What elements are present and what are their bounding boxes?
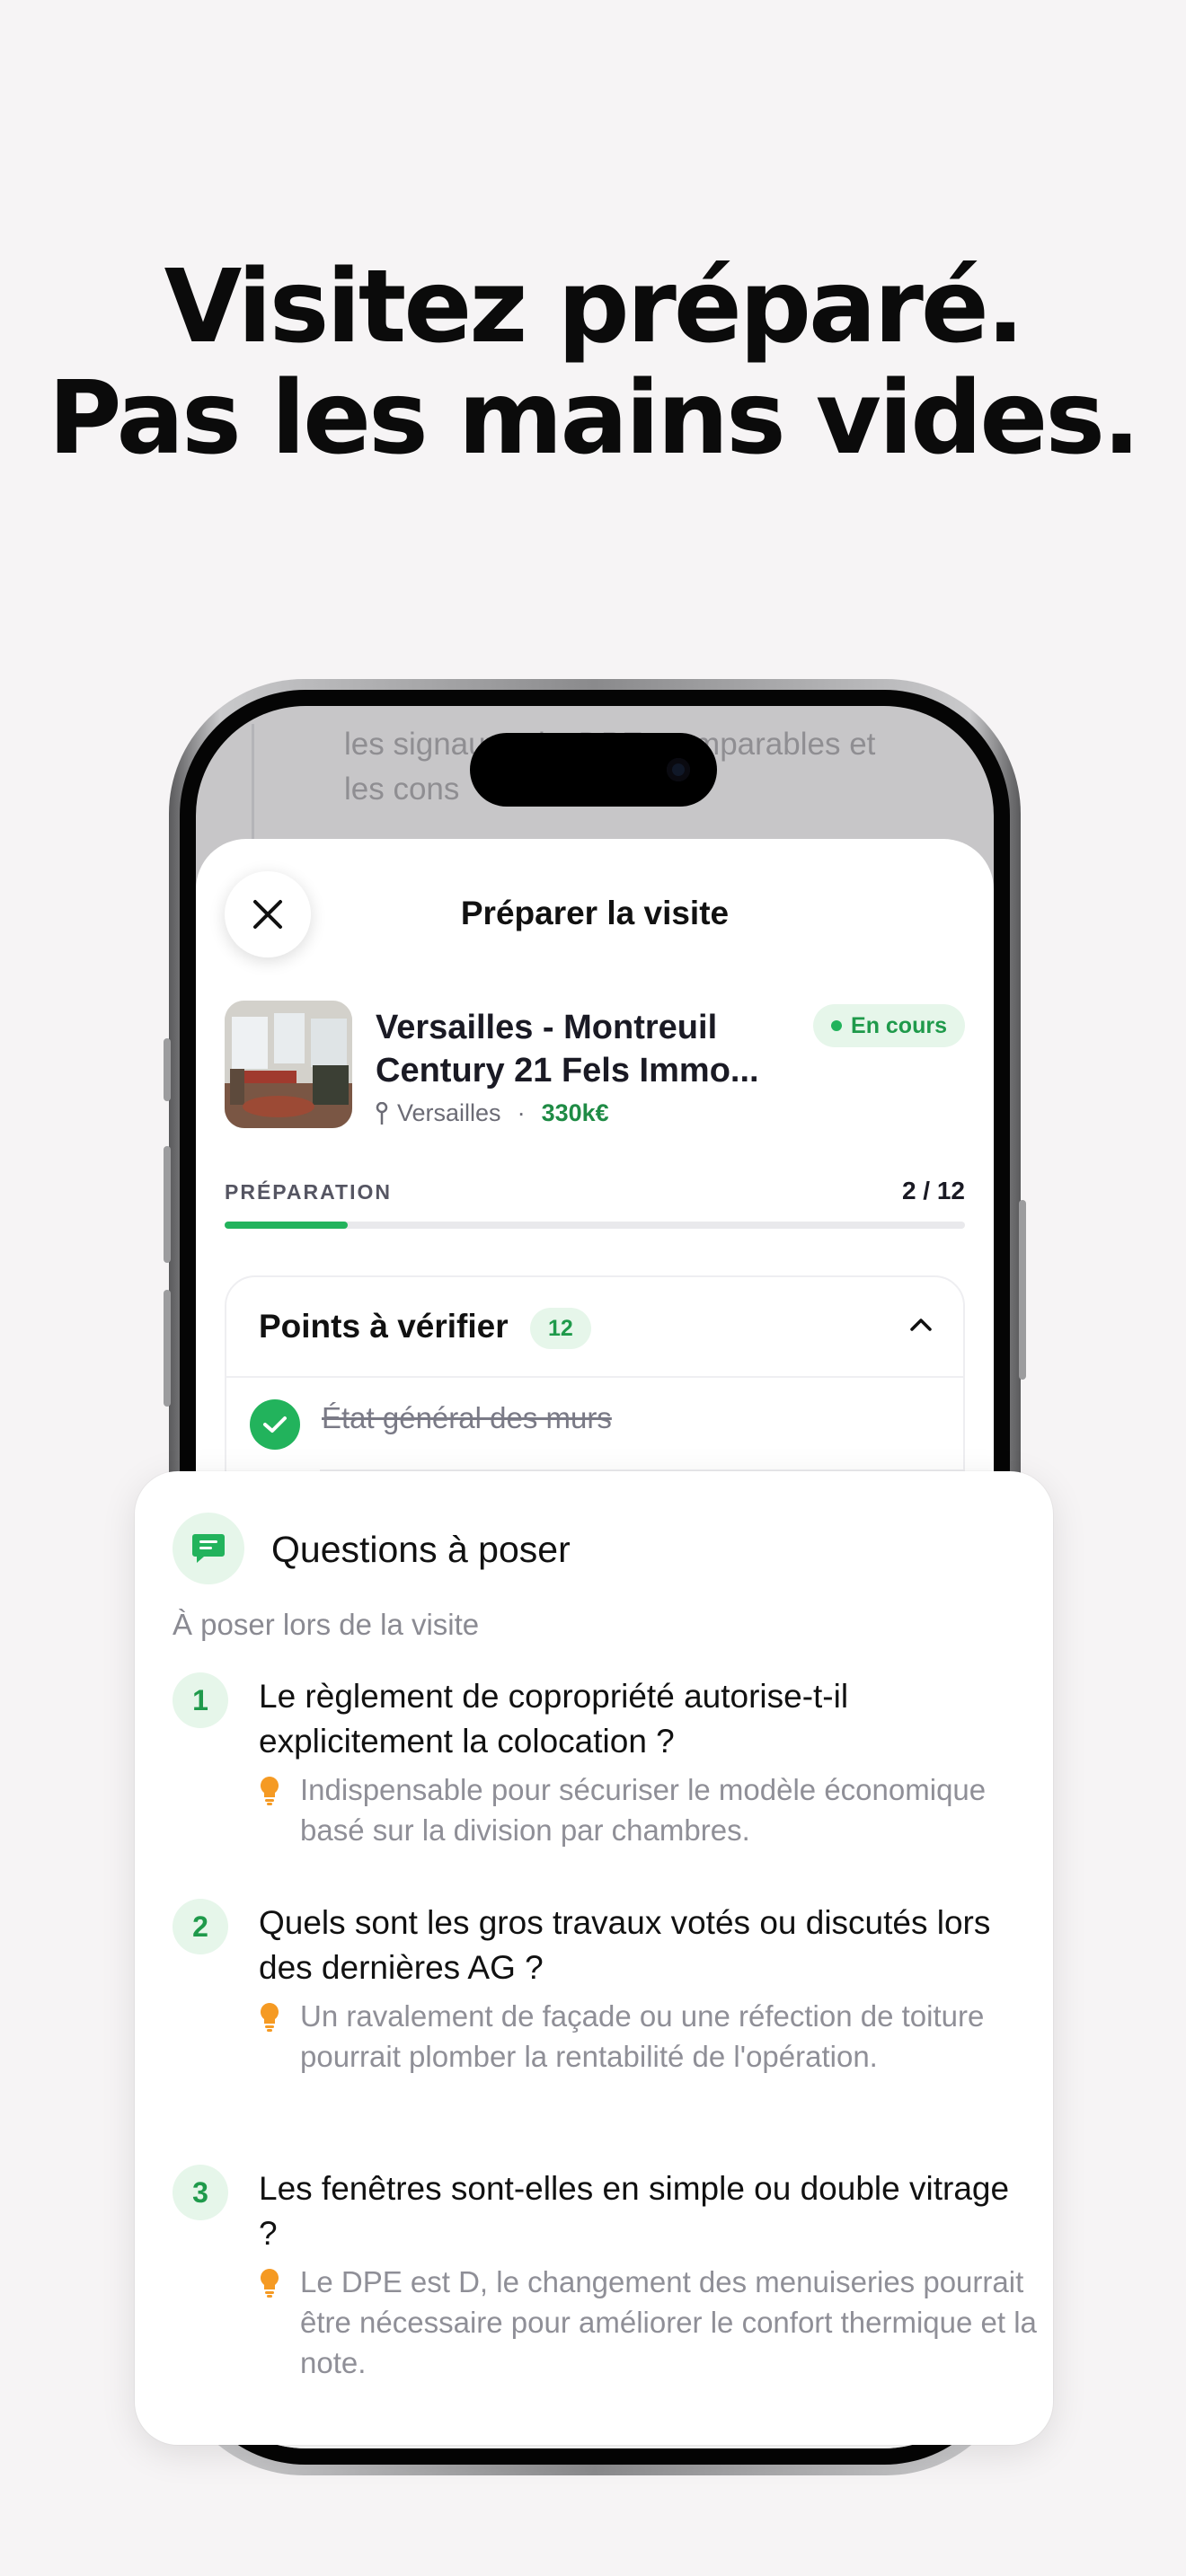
property-name-line-1: Versailles - Montreuil bbox=[376, 1009, 718, 1046]
lightbulb-icon bbox=[261, 2269, 279, 2298]
question-text: Le règlement de copropriété autorise-t-i… bbox=[259, 1678, 849, 1760]
camera-icon bbox=[667, 758, 690, 781]
preparation-count: 2 / 12 bbox=[901, 1177, 965, 1204]
collapse-toggle[interactable] bbox=[909, 1317, 933, 1337]
phone-volume-down-button bbox=[164, 1290, 171, 1407]
question-hint-text: Indispensable pour sécuriser le modèle é… bbox=[300, 1773, 987, 1847]
preparation-label: PRÉPARATION bbox=[225, 1180, 392, 1204]
question-text: Quels sont les gros travaux votés ou dis… bbox=[259, 1904, 991, 1986]
checklist-item-label: État général des murs bbox=[322, 1401, 612, 1434]
property-price: 330k€ bbox=[541, 1099, 609, 1126]
property-meta: Versailles · 330k€ bbox=[376, 1099, 609, 1127]
question-number: 2 bbox=[173, 1899, 228, 1954]
preparation-progress-bar bbox=[225, 1222, 965, 1229]
property-location: Versailles bbox=[397, 1099, 501, 1126]
chevron-up-icon bbox=[910, 1319, 932, 1331]
property-name[interactable]: Versailles - Montreuil Century 21 Fels I… bbox=[376, 1006, 798, 1092]
lightbulb-icon bbox=[261, 1777, 279, 1805]
property-name-line-2: Century 21 Fels Immo... bbox=[376, 1052, 759, 1090]
property-photo-image bbox=[225, 1001, 352, 1128]
question-text: Les fenêtres sont-elles en simple ou dou… bbox=[259, 2170, 1010, 2252]
checklist-item-checkbox[interactable] bbox=[250, 1399, 300, 1450]
lightbulb-icon bbox=[261, 2003, 279, 2032]
question-item[interactable]: 2 Quels sont les gros travaux votés ou d… bbox=[173, 1899, 1026, 2132]
status-label: En cours bbox=[851, 1012, 947, 1038]
headline-line-2: Pas les mains vides. bbox=[48, 360, 1140, 477]
question-item[interactable]: 1 Le règlement de copropriété autorise-t… bbox=[173, 1672, 1026, 1870]
property-photo bbox=[225, 1001, 352, 1128]
question-number: 3 bbox=[173, 2165, 228, 2220]
questions-icon-wrap bbox=[173, 1513, 244, 1584]
question-item[interactable]: 3 Les fenêtres sont-elles en simple ou d… bbox=[173, 2165, 1037, 2398]
dynamic-island bbox=[470, 733, 717, 807]
meta-separator: · bbox=[517, 1099, 526, 1126]
sheet-title: Préparer la visite bbox=[460, 895, 730, 931]
phone-power-button bbox=[1019, 1200, 1026, 1380]
phone-action-button bbox=[164, 1038, 171, 1101]
headline: Visitez préparé. Pas les mains vides. bbox=[0, 251, 1186, 474]
question-number: 1 bbox=[173, 1672, 228, 1728]
status-badge: En cours bbox=[813, 1004, 965, 1047]
checklist-count-badge: 12 bbox=[530, 1308, 591, 1349]
questions-subtitle: À poser lors de la visite bbox=[173, 1608, 480, 1641]
checkmark-icon bbox=[263, 1416, 287, 1433]
question-hint-text: Le DPE est D, le changement des menuiser… bbox=[300, 2265, 1037, 2379]
questions-title: Questions à poser bbox=[271, 1529, 571, 1570]
phone-volume-up-button bbox=[164, 1146, 171, 1263]
checklist-title: Points à vérifier bbox=[259, 1308, 509, 1345]
status-dot-icon bbox=[831, 1020, 843, 1031]
headline-line-1: Visitez préparé. bbox=[164, 249, 1025, 366]
checklist-divider bbox=[226, 1376, 963, 1378]
chat-bubble-icon bbox=[192, 1534, 225, 1563]
preparation-progress-fill bbox=[225, 1222, 349, 1229]
questions-card: Questions à poser À poser lors de la vis… bbox=[135, 1471, 1053, 2445]
question-hint-text: Un ravalement de façade ou une réfection… bbox=[300, 1999, 985, 2073]
location-pin-icon bbox=[376, 1101, 388, 1125]
